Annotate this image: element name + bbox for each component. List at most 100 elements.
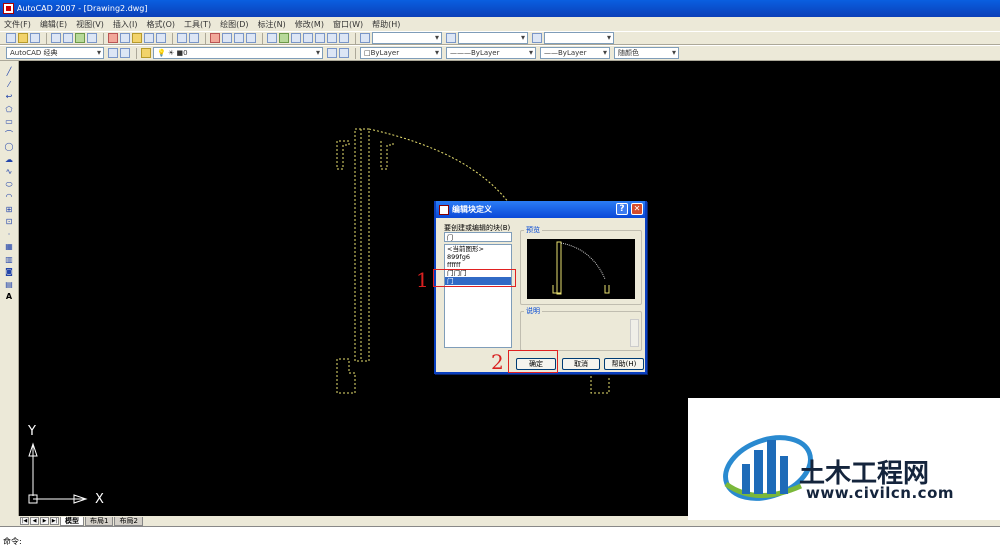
open-icon[interactable] (18, 33, 28, 43)
block-list[interactable]: <当前图形> 899fg6 ffffff 门门门 门 (444, 244, 512, 348)
undo-icon[interactable] (177, 33, 187, 43)
table-icon[interactable]: ▤ (4, 280, 14, 290)
layer-previous-icon[interactable] (339, 48, 349, 58)
next-tab-icon[interactable]: ▶ (40, 517, 49, 525)
workspace-save-icon[interactable] (120, 48, 130, 58)
linetype-value: ByLayer (471, 49, 500, 57)
ellipse-icon[interactable]: ⬭ (4, 180, 14, 190)
polyline-icon[interactable]: ↩ (4, 92, 14, 102)
rectangle-icon[interactable]: ▭ (4, 117, 14, 127)
make-current-layer-icon[interactable] (327, 48, 337, 58)
tab-layout1[interactable]: 布局1 (85, 516, 114, 526)
list-item[interactable]: 899fg6 (445, 253, 511, 261)
multiline-text-icon[interactable]: A (4, 292, 14, 302)
autocad-app-icon (3, 3, 14, 14)
layer-manager-icon[interactable] (141, 48, 151, 58)
text-style-icon[interactable] (360, 33, 370, 43)
tab-model[interactable]: 模型 (60, 516, 84, 526)
toolbar-separator (136, 47, 137, 59)
color-combo[interactable]: □ ByLayer (360, 47, 442, 59)
command-prompt: 命令: (3, 537, 22, 546)
insert-block-icon[interactable]: ⊞ (4, 205, 14, 215)
close-icon[interactable]: ✕ (631, 203, 643, 215)
print-icon[interactable] (51, 33, 61, 43)
circle-icon[interactable]: ◯ (4, 142, 14, 152)
cancel-button[interactable]: 取消 (562, 358, 600, 370)
lineweight-combo[interactable]: —— ByLayer (540, 47, 610, 59)
hatch-icon[interactable]: ▦ (4, 242, 14, 252)
menu-file[interactable]: 文件(F) (4, 19, 31, 30)
list-item-current-drawing[interactable]: <当前图形> (445, 245, 511, 253)
menu-edit[interactable]: 编辑(E) (40, 19, 67, 30)
construction-line-icon[interactable]: ⁄ (4, 80, 14, 90)
command-line[interactable]: 命令: (0, 526, 1000, 554)
save-icon[interactable] (30, 33, 40, 43)
spline-icon[interactable]: ∿ (4, 167, 14, 177)
watermark-url: www.civilcn.com (806, 484, 955, 502)
dim-style-icon[interactable] (446, 33, 456, 43)
linetype-combo[interactable]: ——— ByLayer (446, 47, 536, 59)
menu-view[interactable]: 视图(V) (76, 19, 104, 30)
table-style-combo[interactable] (544, 32, 614, 44)
menu-window[interactable]: 窗口(W) (333, 19, 363, 30)
menu-modify[interactable]: 修改(M) (295, 19, 324, 30)
preview-swing-arc (560, 242, 606, 280)
copy-icon[interactable] (120, 33, 130, 43)
layer-combo[interactable]: 💡 ☀ ■ 0 (153, 47, 323, 59)
plot-icon[interactable] (87, 33, 97, 43)
make-block-icon[interactable]: ⊡ (4, 217, 14, 227)
first-tab-icon[interactable]: |◀ (20, 517, 29, 525)
dialog-title-bar[interactable]: 编辑块定义 ? ✕ (436, 201, 645, 218)
arc-icon[interactable]: ⌒ (4, 130, 14, 140)
zoom-previous-icon[interactable] (246, 33, 256, 43)
dim-style-combo[interactable] (458, 32, 528, 44)
sheet-set-icon[interactable] (303, 33, 313, 43)
new-icon[interactable] (6, 33, 16, 43)
line-icon[interactable]: ╱ (4, 67, 14, 77)
zoom-realtime-icon[interactable] (222, 33, 232, 43)
match-properties-icon[interactable] (144, 33, 154, 43)
prev-tab-icon[interactable]: ◀ (30, 517, 39, 525)
menu-insert[interactable]: 插入(I) (113, 19, 138, 30)
table-style-icon[interactable] (532, 33, 542, 43)
tool-palettes-icon[interactable] (291, 33, 301, 43)
menu-help[interactable]: 帮助(H) (372, 19, 400, 30)
properties-icon[interactable] (267, 33, 277, 43)
gradient-icon[interactable]: ▥ (4, 255, 14, 265)
pan-icon[interactable] (210, 33, 220, 43)
text-style-combo[interactable] (372, 32, 442, 44)
menu-format[interactable]: 格式(O) (146, 19, 175, 30)
last-tab-icon[interactable]: ▶| (50, 517, 59, 525)
help-question-icon[interactable]: ? (616, 203, 628, 215)
zoom-window-icon[interactable] (234, 33, 244, 43)
ellipse-arc-icon[interactable]: ◠ (4, 192, 14, 202)
calculator-icon[interactable] (327, 33, 337, 43)
help-button[interactable]: 帮助(H) (604, 358, 644, 370)
list-item[interactable]: ffffff (445, 261, 511, 269)
revision-cloud-icon[interactable]: ☁ (4, 155, 14, 165)
publish-icon[interactable] (75, 33, 85, 43)
block-name-input[interactable]: 门 (444, 232, 512, 242)
region-icon[interactable]: ◙ (4, 267, 14, 277)
design-center-icon[interactable] (279, 33, 289, 43)
point-icon[interactable]: · (4, 230, 14, 240)
plotstyle-combo[interactable]: 随颜色 (614, 47, 679, 59)
menu-tools[interactable]: 工具(T) (184, 19, 211, 30)
polygon-icon[interactable]: ⬠ (4, 105, 14, 115)
redo-icon[interactable] (189, 33, 199, 43)
cut-icon[interactable] (108, 33, 118, 43)
tab-layout2[interactable]: 布局2 (114, 516, 143, 526)
block-editor-icon[interactable] (156, 33, 166, 43)
menu-draw[interactable]: 绘图(D) (220, 19, 248, 30)
description-scrollbar[interactable] (630, 319, 639, 347)
workspace-combo[interactable]: AutoCAD 经典 (6, 47, 104, 59)
door-jamb-bottom (336, 358, 356, 394)
description-group: 说明 (520, 306, 642, 351)
toolbar-separator (355, 47, 356, 59)
workspace-settings-icon[interactable] (108, 48, 118, 58)
paste-icon[interactable] (132, 33, 142, 43)
markup-icon[interactable] (315, 33, 325, 43)
menu-dimension[interactable]: 标注(N) (258, 19, 286, 30)
print-preview-icon[interactable] (63, 33, 73, 43)
help-icon[interactable] (339, 33, 349, 43)
